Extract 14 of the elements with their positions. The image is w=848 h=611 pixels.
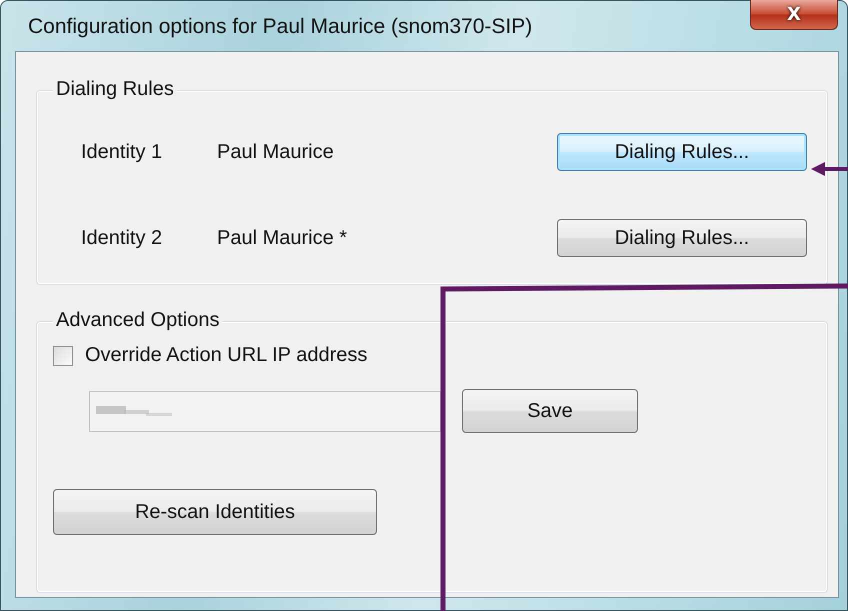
checkbox[interactable] <box>53 346 73 366</box>
close-button[interactable]: X <box>750 0 838 30</box>
dialing-rules-button[interactable]: Dialing Rules... <box>557 219 807 257</box>
dialing-rules-button[interactable]: Dialing Rules... <box>557 133 807 171</box>
checkbox-label: Override Action URL IP address <box>85 344 368 367</box>
identity-label: Identity 2 <box>81 226 164 250</box>
identity-label: Identity 1 <box>81 140 164 164</box>
identity-name: Paul Maurice <box>217 140 335 164</box>
group-title: Advanced Options <box>53 309 222 332</box>
window-title: Configuration options for Paul Maurice (snom370-SIP) <box>28 14 532 39</box>
group-title: Dialing Rules <box>53 78 177 101</box>
identity-name: Paul Maurice * <box>217 226 348 250</box>
rescan-button[interactable]: Re-scan Identities <box>53 489 377 535</box>
save-button[interactable]: Save <box>462 389 638 433</box>
